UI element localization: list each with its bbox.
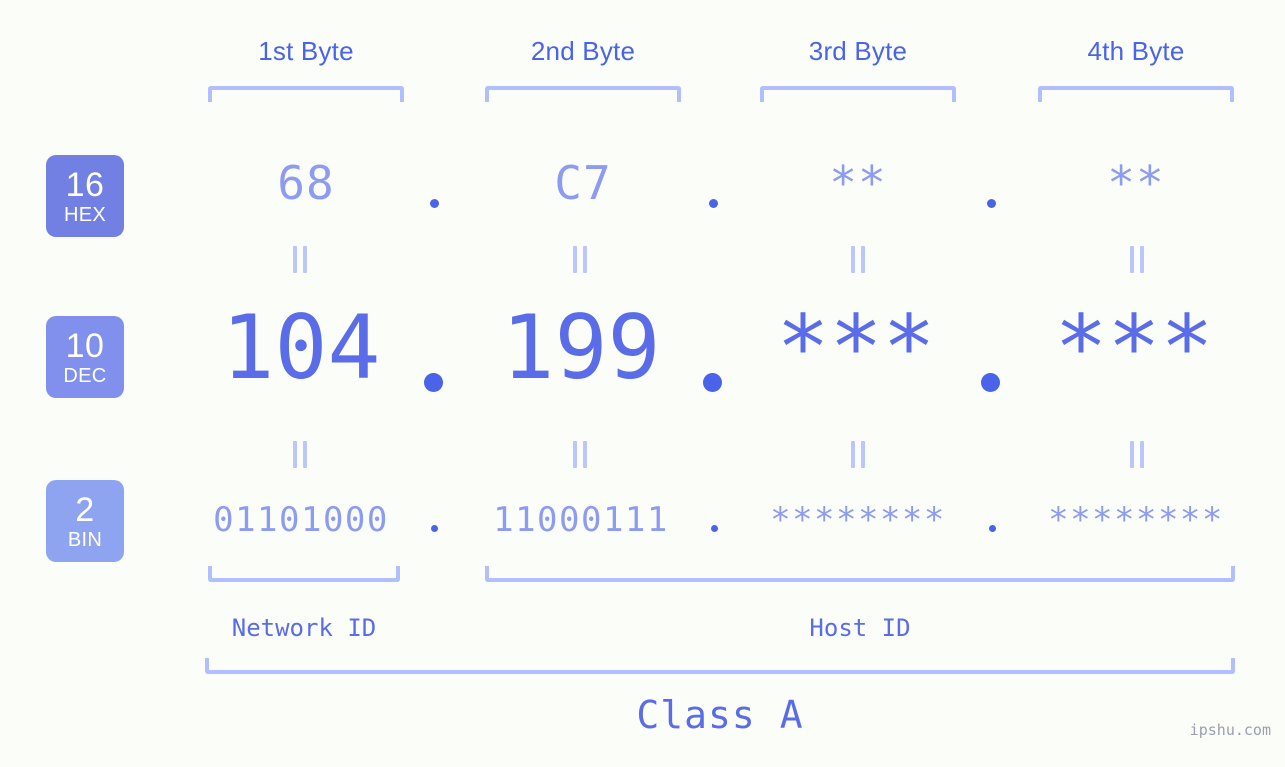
bin-separator-dot-2 xyxy=(711,525,718,532)
bin-byte-2-value: 11000111 xyxy=(493,500,669,540)
equals-connector-dec-bin-3 xyxy=(849,441,867,468)
dec-separator-dot-2 xyxy=(703,373,722,392)
hex-separator-dot-2 xyxy=(709,199,718,208)
dec-separator-dot-1 xyxy=(424,373,443,392)
equals-connector-dec-bin-1 xyxy=(291,441,309,468)
equals-connector-hex-dec-2 xyxy=(571,246,589,273)
hex-byte-3-value: ** xyxy=(829,156,887,210)
hex-byte-4-value: ** xyxy=(1107,156,1165,210)
byte-header-3: 3rd Byte xyxy=(808,36,908,66)
class-bracket xyxy=(205,658,1235,674)
base-badge-bin: 2 BIN xyxy=(46,480,124,562)
bin-separator-dot-1 xyxy=(431,525,438,532)
dec-byte-3-value: *** xyxy=(776,296,936,399)
equals-connector-hex-dec-4 xyxy=(1128,246,1146,273)
hex-byte-1-value: 68 xyxy=(277,156,335,210)
bin-byte-4-value: ******** xyxy=(1048,500,1224,540)
base-badge-hex-abbr: HEX xyxy=(63,203,107,226)
dec-byte-1-value: 104 xyxy=(221,296,381,399)
ip-address-breakdown-diagram: 1st Byte 2nd Byte 3rd Byte 4th Byte 16 H… xyxy=(0,0,1285,767)
base-badge-dec-number: 10 xyxy=(65,326,105,365)
byte-bracket-4 xyxy=(1038,86,1234,102)
hex-separator-dot-3 xyxy=(987,199,996,208)
base-badge-dec: 10 DEC xyxy=(46,316,124,398)
base-badge-hex: 16 HEX xyxy=(46,155,124,237)
equals-connector-hex-dec-3 xyxy=(849,246,867,273)
host-id-bracket xyxy=(485,566,1235,582)
byte-bracket-3 xyxy=(760,86,956,102)
equals-connector-dec-bin-2 xyxy=(571,441,589,468)
base-badge-bin-number: 2 xyxy=(75,490,95,529)
bin-separator-dot-3 xyxy=(989,525,996,532)
base-badge-hex-number: 16 xyxy=(65,165,105,204)
network-id-label: Network ID xyxy=(231,614,377,642)
class-label: Class A xyxy=(636,693,804,737)
base-badge-dec-abbr: DEC xyxy=(63,364,107,387)
base-badge-bin-abbr: BIN xyxy=(67,528,103,551)
equals-connector-hex-dec-1 xyxy=(291,246,309,273)
equals-connector-dec-bin-4 xyxy=(1128,441,1146,468)
hex-byte-2-value: C7 xyxy=(554,156,612,210)
hex-separator-dot-1 xyxy=(430,199,439,208)
host-id-label: Host ID xyxy=(809,614,911,642)
dec-separator-dot-3 xyxy=(981,373,1000,392)
byte-header-2: 2nd Byte xyxy=(530,36,636,66)
dec-byte-4-value: *** xyxy=(1054,296,1214,399)
bin-byte-3-value: ******** xyxy=(770,500,946,540)
byte-bracket-1 xyxy=(208,86,404,102)
site-watermark: ipshu.com xyxy=(1189,721,1271,739)
byte-bracket-2 xyxy=(485,86,681,102)
dec-byte-2-value: 199 xyxy=(501,296,661,399)
byte-header-4: 4th Byte xyxy=(1087,36,1185,66)
byte-header-1: 1st Byte xyxy=(258,36,354,66)
network-id-bracket xyxy=(208,566,400,582)
bin-byte-1-value: 01101000 xyxy=(213,500,389,540)
